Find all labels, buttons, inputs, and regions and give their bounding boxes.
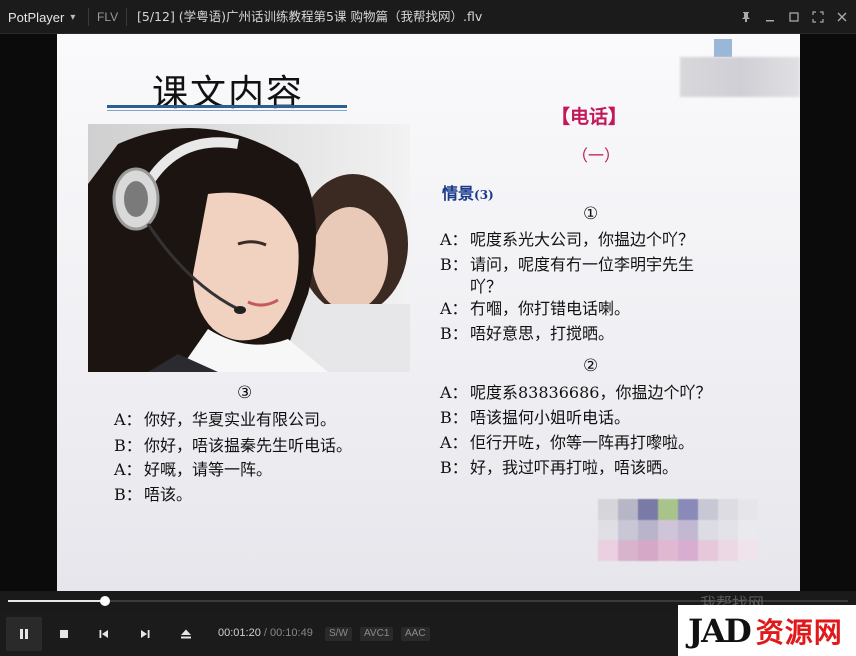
watermark-text: 资源网 (755, 615, 843, 649)
maximize-icon[interactable] (786, 9, 802, 25)
dialog-line: B： 唔好意思，打搅晒。 (440, 324, 615, 343)
dialog-line: B： 唔该揾何小姐听电话。 (440, 408, 631, 427)
open-button[interactable] (168, 617, 204, 651)
call-center-photo (88, 124, 410, 372)
time-separator: / (263, 627, 267, 639)
dialog-line: A： 好嘅，请等一阵。 (114, 460, 273, 479)
dialog-line: A： 呢度系83836686，你揾边个吖？ (440, 383, 712, 402)
pause-button[interactable] (6, 617, 42, 651)
stop-icon (60, 630, 68, 638)
seek-handle[interactable] (99, 596, 110, 606)
minimize-icon[interactable] (762, 9, 778, 25)
time-display: 00:01:20 / 00:10:49 (218, 611, 313, 656)
title-bar: PotPlayer ▾ FLV [5/12] (学粤语)广州话训练教程第5课 购… (0, 0, 856, 34)
dialog-line: B： 请问，呢度有冇一位李明宇先生 吖？ (440, 255, 695, 296)
previous-button[interactable] (86, 617, 122, 651)
dialog-number: ③ (237, 383, 253, 403)
stop-button[interactable] (46, 617, 82, 651)
dialog-line: B： 唔该。 (114, 485, 193, 504)
video-codec-badge[interactable]: AVC1 (360, 627, 394, 641)
fullscreen-icon[interactable] (810, 9, 826, 25)
scene-label: 情景(3) (442, 184, 494, 203)
dialog-line: B： 好，我过吓再打啦，唔该晒。 (440, 458, 679, 477)
dialog-line: A： 佢行开咗，你等一阵再打嚟啦。 (440, 433, 695, 452)
pin-icon[interactable] (738, 9, 754, 25)
dialog-line: A： 冇嗰，你打错电话喇。 (440, 299, 631, 318)
section-subheading: （一） (572, 146, 621, 165)
watermark-logo: JAD (688, 611, 752, 650)
heading-underline (107, 110, 347, 111)
video-area[interactable]: 课文内容 【电话】 （一） 情景(3) ① A： 呢度系光大公司，你揾边个吖？ … (0, 34, 856, 591)
app-name: PotPlayer (8, 9, 65, 25)
heading-underline (107, 105, 347, 108)
dialog-line: B： 你好，唔该揾秦先生听电话。 (114, 436, 353, 455)
close-icon[interactable] (834, 9, 850, 25)
video-frame: 课文内容 【电话】 （一） 情景(3) ① A： 呢度系光大公司，你揾边个吖？ … (57, 34, 800, 591)
blurred-region (680, 57, 800, 97)
subtitle-badge[interactable]: S/W (325, 627, 352, 641)
window-controls (738, 0, 850, 34)
slide-heading: 课文内容 (152, 73, 305, 114)
blurred-logo-icon (714, 39, 732, 57)
next-button[interactable] (127, 617, 163, 651)
section-heading: 【电话】 (551, 106, 628, 128)
seek-played (8, 600, 105, 602)
divider (88, 8, 89, 26)
blurred-region (598, 499, 758, 561)
chevron-down-icon: ▾ (70, 11, 76, 23)
format-label: FLV (97, 10, 119, 24)
skip-back-icon (99, 630, 108, 638)
dialog-line: A： 呢度系光大公司，你揾边个吖？ (440, 230, 695, 249)
site-watermark: JAD 资源网 (678, 605, 856, 656)
dialog-line: A： 你好，华夏实业有限公司。 (114, 410, 337, 429)
skip-forward-icon (141, 630, 150, 638)
divider (126, 8, 127, 26)
eject-icon (181, 629, 191, 639)
pause-icon (20, 629, 28, 639)
current-time: 00:01:20 (218, 627, 261, 639)
total-time: 00:10:49 (270, 627, 313, 639)
dialog-number: ① (583, 204, 599, 224)
dialog-number: ② (583, 356, 599, 376)
app-menu-button[interactable]: PotPlayer ▾ (8, 0, 75, 34)
window-title: [5/12] (学粤语)广州话训练教程第5课 购物篇（我帮找网）.flv (137, 9, 483, 24)
audio-codec-badge[interactable]: AAC (401, 627, 430, 641)
